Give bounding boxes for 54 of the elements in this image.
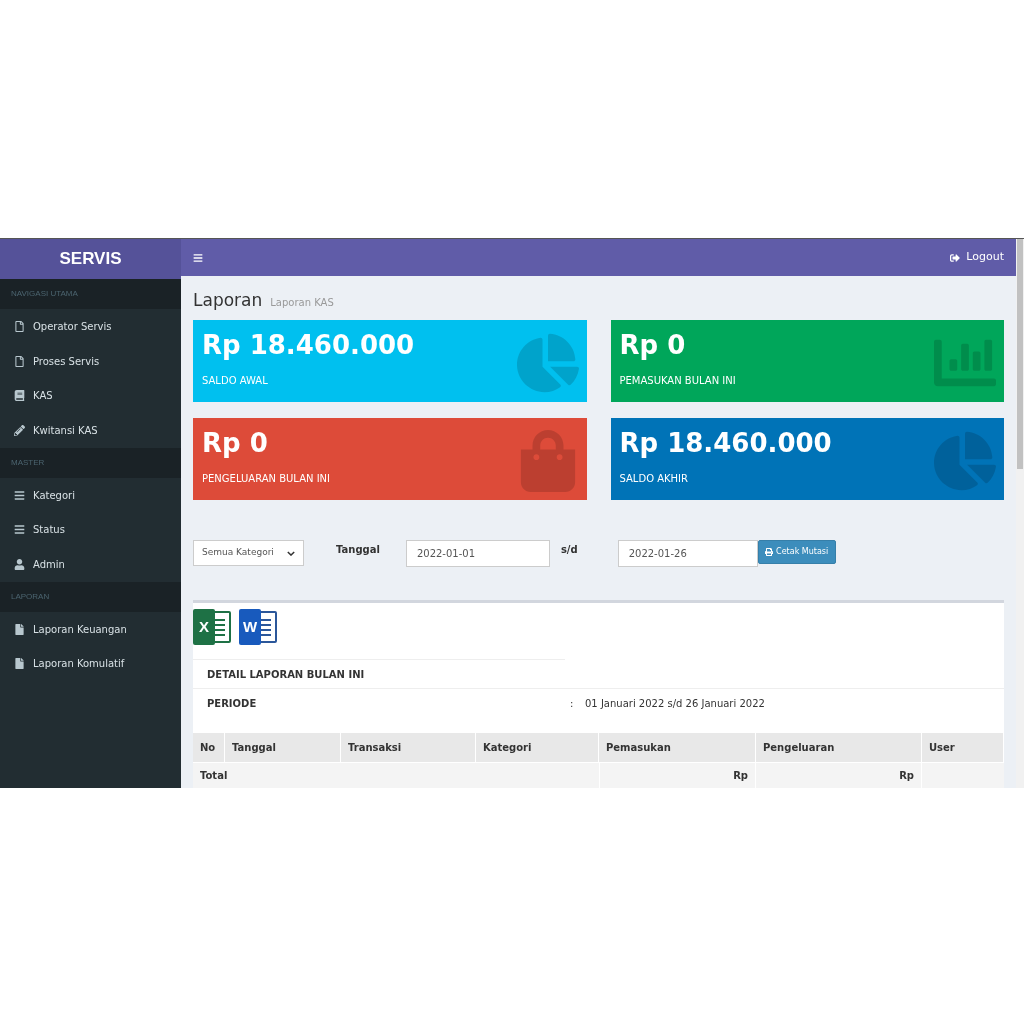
date-label: Tanggal	[336, 543, 380, 557]
filled-file-icon	[14, 623, 25, 635]
stat-value: Rp 0	[619, 329, 686, 362]
file-icon	[14, 355, 25, 367]
menu-icon	[14, 524, 25, 536]
file-icon	[14, 320, 25, 332]
sidebar-item[interactable]: Kategori	[0, 477, 181, 513]
start-date-field[interactable]: 2022-01-01	[405, 540, 550, 567]
stat-value: Rp 18.460.000	[202, 329, 415, 362]
end-date-field[interactable]: 2022-01-26	[617, 540, 758, 567]
print-button[interactable]: Cetak Mutasi	[757, 540, 836, 564]
stat-label: SALDO AKHIR	[619, 472, 688, 486]
logout-icon	[950, 252, 961, 263]
sidebar-item[interactable]: KAS	[0, 378, 181, 414]
sidebar-item[interactable]: Laporan Komulatif	[0, 646, 181, 682]
page-subtitle: Laporan KAS	[270, 296, 334, 310]
section-header: MASTER	[11, 456, 45, 469]
colon: :	[570, 696, 575, 711]
stat-label: PEMASUKAN BULAN INI	[619, 374, 736, 388]
total-label: Total	[200, 769, 228, 783]
stat-value: Rp 0	[202, 427, 268, 460]
table-cell-text: Rp	[899, 769, 914, 783]
pie-chart-icon	[516, 332, 579, 394]
stat-value: Rp 18.460.000	[619, 427, 832, 460]
user-icon	[14, 558, 25, 570]
pencil-icon	[14, 424, 25, 436]
section-header: LAPORAN	[11, 590, 50, 603]
category-select[interactable]: Semua Kategori	[193, 540, 304, 566]
period-value: 01 Januari 2022 s/d 26 Januari 2022	[585, 696, 765, 711]
sidebar-item[interactable]: Operator Servis	[0, 309, 181, 344]
select-value: Semua Kategori	[202, 546, 274, 560]
page-title: Laporan	[193, 289, 263, 312]
sidebar-item[interactable]: Proses Servis	[0, 343, 181, 379]
sidebar-item[interactable]: Status	[0, 512, 181, 548]
sidebar-item[interactable]: Kwitansi KAS	[0, 413, 181, 448]
detail-title: DETAIL LAPORAN BULAN INI	[207, 667, 365, 682]
logout-button[interactable]: Logout	[950, 249, 1004, 266]
scrollbar[interactable]	[1016, 239, 1024, 788]
stat-label: PENGELUARAN BULAN INI	[202, 472, 331, 486]
separator-label: s/d	[560, 543, 578, 557]
filled-file-icon	[14, 658, 25, 670]
period-label: PERIODE	[207, 696, 258, 711]
chevron-down-icon	[287, 550, 295, 556]
section-header: NAVIGASI UTAMA	[11, 288, 78, 300]
sidebar-item[interactable]: Laporan Keuangan	[0, 611, 181, 647]
menu-icon[interactable]	[193, 252, 203, 263]
pie-chart-icon	[934, 430, 996, 492]
book-icon	[14, 390, 25, 402]
printer-icon	[765, 548, 774, 556]
menu-icon	[14, 489, 25, 501]
table-cell-text: Rp	[733, 769, 748, 783]
stat-label: SALDO AWAL	[202, 374, 268, 388]
brand-logo[interactable]: SERVIS	[0, 239, 181, 279]
sidebar-item[interactable]: Admin	[0, 547, 181, 582]
